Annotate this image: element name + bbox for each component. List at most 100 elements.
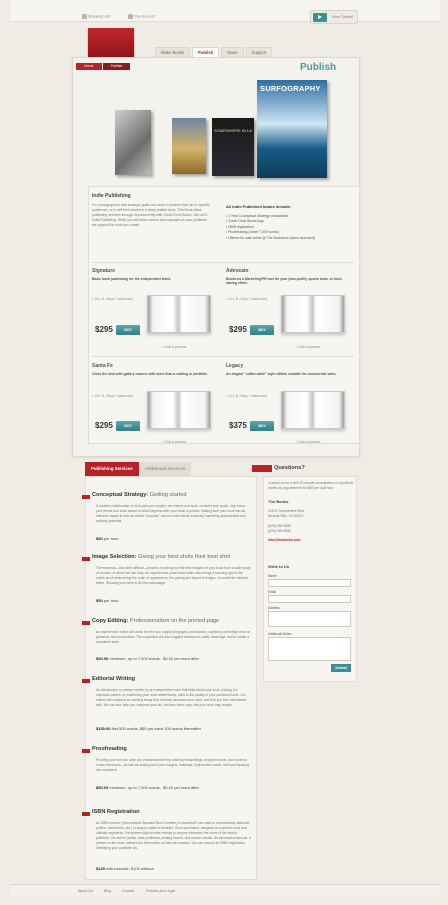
shopping-cart-link[interactable]: Shopping cart: [82, 14, 110, 19]
product-title-signature: Signature: [92, 268, 116, 274]
tab-news[interactable]: News: [221, 47, 244, 57]
service-title: Conceptual Strategy: Getting started: [92, 492, 187, 498]
buy-button-signature[interactable]: BUY: [116, 325, 140, 335]
footer-link-blog[interactable]: Blog: [104, 889, 111, 893]
tab-make-books[interactable]: Make Books: [155, 47, 191, 57]
product-desc: Basic book publishing for the independen…: [92, 277, 171, 281]
service-price: $50 per hour: [96, 536, 119, 541]
open-book-image[interactable]: [281, 391, 345, 429]
buy-button-legacy[interactable]: BUY: [250, 421, 274, 431]
cart-icon: [82, 14, 87, 19]
logo-ribbon[interactable]: [88, 28, 134, 59]
product-price: $295: [229, 325, 247, 334]
notes-label: Additional Notes: [268, 632, 292, 636]
bullet-flag-icon: [82, 749, 90, 753]
preview-link[interactable]: • Click to preview: [162, 440, 186, 444]
product-title-advocate: Advocate: [226, 268, 249, 274]
top-bar: [10, 0, 440, 22]
breadcrumb-home[interactable]: Home: [76, 63, 102, 70]
questions-title: Questions?: [274, 465, 305, 471]
open-book-image[interactable]: [147, 295, 211, 333]
book-cover-2: [172, 118, 206, 174]
bullet-flag-icon: [82, 812, 90, 816]
account-link[interactable]: Your Account: [128, 14, 155, 19]
form-title: Write to Us: [268, 564, 290, 569]
service-desc: An ISBN number (International Standard B…: [96, 821, 251, 850]
product-desc: An elegant "coffee-table" style edition …: [226, 372, 337, 376]
product-spec: • 13 x 11, 40pp + hardcover): [92, 297, 134, 301]
product-desc: Books as a Marketing/PR tool for your (n…: [226, 277, 343, 285]
preview-link[interactable]: • Click to preview: [296, 440, 320, 444]
preview-link[interactable]: • Click to preview: [162, 345, 186, 349]
service-title: Copy Editing: Professionalism on the pri…: [92, 618, 220, 624]
phone-number: (626) 555-5555: [268, 529, 292, 533]
user-icon: [128, 14, 133, 19]
breadcrumb: Home Publish: [76, 63, 131, 71]
tab-publishing-services[interactable]: Publishing Services: [85, 462, 139, 476]
footer-link-policies[interactable]: Policies and Legal: [146, 889, 175, 893]
page-title: Publish: [300, 62, 337, 73]
footer-link-contact[interactable]: Contact: [122, 889, 134, 893]
service-price: $50 per hour: [96, 598, 119, 603]
submit-button[interactable]: Submit: [331, 664, 351, 672]
tab-publish[interactable]: Publish: [192, 47, 220, 57]
bullet-flag-icon: [82, 621, 90, 625]
book-cover-3: SOMEWHERE IN LA: [212, 118, 254, 176]
open-book-image[interactable]: [281, 295, 345, 333]
product-price: $375: [229, 421, 247, 430]
email-input[interactable]: [268, 595, 351, 603]
preview-link[interactable]: • Click to preview: [296, 345, 320, 349]
email-label: Email: [268, 590, 276, 594]
product-spec: • 13 x 11, 40pp + hardcover): [92, 394, 134, 398]
product-title-santa-fe: Santa Fe: [92, 363, 113, 369]
email-link[interactable]: info@thebooks.com: [268, 538, 301, 543]
name-label: Name: [268, 574, 277, 578]
bullet-flag-icon: [82, 679, 90, 683]
questions-badge: [252, 465, 272, 472]
footer: [10, 884, 440, 896]
service-price: $50.00 minimum, up to 7,000 words - $0.0…: [96, 656, 199, 661]
service-title: ISBN Registration: [92, 809, 140, 815]
tab-additional-services[interactable]: Additional Services: [138, 462, 192, 476]
service-desc: An introduction or preface written by an…: [96, 688, 247, 707]
divider: [92, 262, 354, 263]
product-spec: • 13 x 11, 40pp + hardcover): [226, 297, 268, 301]
book-cover-surfography: SURFOGRAPHY: [257, 80, 327, 178]
service-desc: The essential—and often difficult—proces…: [96, 566, 251, 585]
open-book-image[interactable]: [147, 391, 211, 429]
bullet-flag-icon: [82, 495, 90, 499]
product-price: $295: [95, 421, 113, 430]
address-line: Beverly Hills, CA 90210: [268, 514, 304, 518]
service-title: Image Selection: Giving your best shots …: [92, 554, 231, 560]
bullet-flag-icon: [82, 557, 90, 561]
address-label: Address: [268, 606, 280, 610]
breadcrumb-publish: Publish: [102, 63, 131, 70]
product-spec: • 13 x 11, 40pp + hardcover): [226, 394, 268, 398]
indie-description: For photographers with strategic goals w…: [92, 203, 210, 227]
service-desc: Proofing your text can save you embarras…: [96, 758, 249, 772]
view-tutorial-button[interactable]: View Tutorial: [310, 10, 358, 24]
service-price: $125 with barcode, $100 without: [96, 866, 154, 871]
service-price: $50.00 minimum, up to 7,000 words - $0.0…: [96, 785, 199, 790]
name-input[interactable]: [268, 579, 351, 587]
tab-support[interactable]: Support: [245, 47, 273, 57]
notes-textarea[interactable]: [268, 637, 351, 661]
footer-link-about[interactable]: About Us: [78, 889, 93, 893]
product-price: $295: [95, 325, 113, 334]
indie-title: Indie Publishing: [92, 193, 131, 199]
buy-button-santa-fe[interactable]: BUY: [116, 421, 140, 431]
play-icon: [313, 13, 327, 22]
book-cover-1: [115, 110, 151, 175]
includes-list: • 1 Year Conceptual Strategy consultatio…: [226, 214, 356, 241]
service-desc: An experienced editor will check the tex…: [96, 630, 251, 644]
includes-title: All Indie Published books include:: [226, 204, 292, 209]
address-input[interactable]: [268, 611, 351, 627]
services-tabs: Publishing Services Additional Services: [85, 462, 192, 476]
service-title: Proofreading: [92, 746, 127, 752]
questions-intro: Contact us for a free 20 minute consulta…: [268, 481, 354, 490]
service-title: Editorial Writing: [92, 676, 136, 682]
company-name: The Books: [268, 499, 289, 504]
buy-button-advocate[interactable]: BUY: [250, 325, 274, 335]
product-desc: Close the deal with gallery owners with …: [92, 372, 209, 376]
divider: [92, 356, 354, 357]
